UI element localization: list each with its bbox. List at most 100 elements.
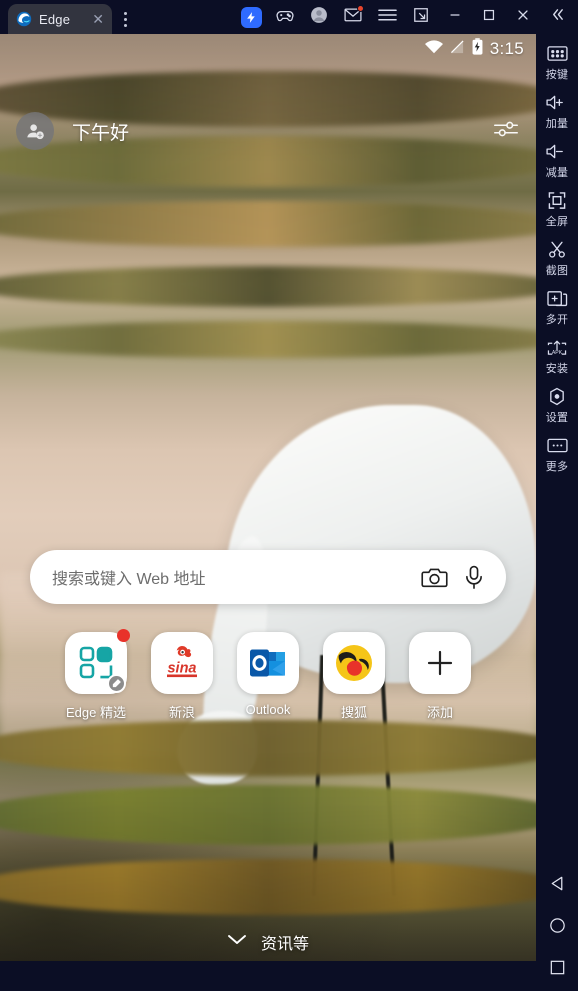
- close-icon: [515, 7, 531, 28]
- account-icon: [309, 5, 329, 30]
- resize-icon: [413, 7, 429, 28]
- sidebar-item-fullscreen[interactable]: 全屏: [536, 189, 578, 229]
- volume-down-icon: [545, 140, 569, 162]
- tab-title: Edge: [39, 11, 71, 27]
- sidebar-item-settings[interactable]: 设置: [536, 385, 578, 425]
- shortcut-label: 新浪: [168, 705, 195, 720]
- close-icon[interactable]: ✕: [92, 12, 104, 26]
- collapse-sidebar-button[interactable]: [540, 0, 574, 34]
- outlook-icon: [237, 632, 299, 694]
- sidebar-item-screenshot[interactable]: 截图: [536, 238, 578, 278]
- sidebar-item-volume-up[interactable]: 加量: [536, 91, 578, 131]
- sidebar-item-label: 安装: [545, 363, 569, 375]
- status-clock: 3:15: [489, 39, 524, 58]
- sina-icon: sina: [151, 632, 213, 694]
- microphone-icon[interactable]: [464, 565, 484, 590]
- window-titlebar: Edge ✕: [0, 0, 578, 34]
- more-icon: [546, 434, 568, 456]
- apk-install-icon: APK: [546, 336, 568, 358]
- boost-button[interactable]: [234, 0, 268, 34]
- wallpaper-egret-lilypads: [0, 34, 536, 961]
- chevron-down-icon: [227, 933, 247, 951]
- emulator-window: Edge ✕ 3:15 下午好 搜索或键入 Web 地址 Edge 精选 sin…: [0, 0, 578, 991]
- sidebar-item-more[interactable]: 更多: [536, 434, 578, 474]
- sidebar-item-label: 更多: [545, 461, 569, 473]
- scissors-icon: [547, 238, 567, 260]
- sohu-icon: [323, 632, 385, 694]
- maximize-button[interactable]: [472, 0, 506, 34]
- shortcut-label: 搜狐: [340, 705, 367, 720]
- resize-button[interactable]: [404, 0, 438, 34]
- android-home-icon: [548, 916, 567, 940]
- fullscreen-icon: [547, 189, 567, 211]
- profile-add-icon[interactable]: [16, 112, 54, 150]
- shortcut-badge-icon: [107, 674, 126, 693]
- android-back-button[interactable]: [536, 865, 578, 907]
- android-recents-icon: [548, 958, 567, 982]
- personalize-settings-icon[interactable]: [492, 118, 520, 145]
- feed-label: 资讯等: [260, 936, 309, 953]
- titlebar-actions: [234, 0, 578, 34]
- maximize-icon: [481, 7, 497, 28]
- shortcut-outlook[interactable]: Outlook: [237, 632, 299, 721]
- sidebar-item-label: 设置: [545, 412, 569, 424]
- shortcut-label: Outlook: [245, 702, 291, 717]
- shortcut-sohu[interactable]: 搜狐: [323, 632, 385, 721]
- minimize-icon: [447, 7, 463, 28]
- feed-expand-row[interactable]: 资讯等: [0, 930, 536, 954]
- sidebar-item-label: 按键: [545, 69, 569, 81]
- sidebar-item-label: 全屏: [545, 216, 569, 228]
- greeting-row: 下午好: [0, 106, 536, 156]
- greeting-text: 下午好: [72, 122, 130, 144]
- shortcut-label: Edge 精选: [66, 705, 126, 720]
- keyboard-icon: [546, 42, 568, 64]
- wifi-icon: [424, 39, 443, 59]
- gamepad-icon: [275, 5, 295, 30]
- mail-badge: [357, 5, 364, 12]
- sidebar-item-volume-down[interactable]: 减量: [536, 140, 578, 180]
- android-home-button[interactable]: [536, 907, 578, 949]
- sidebar-item-label: 多开: [545, 314, 569, 326]
- android-back-icon: [548, 874, 567, 898]
- emulator-sidebar: 按键 加量 减量 全屏 截图 多开 APK 安装 设置 更多: [536, 34, 578, 991]
- sidebar-item-label: 减量: [545, 167, 569, 179]
- shortcut-edge-collections[interactable]: Edge 精选: [65, 629, 130, 721]
- browser-tab-edge[interactable]: Edge ✕: [8, 4, 112, 34]
- mail-button[interactable]: [336, 0, 370, 34]
- android-nav-buttons: [536, 865, 578, 991]
- window-close-button[interactable]: [506, 0, 540, 34]
- menu-icon: [377, 8, 397, 27]
- settings-icon: [547, 385, 567, 407]
- sidebar-item-keyboard[interactable]: 按键: [536, 42, 578, 82]
- sidebar-item-multi-window[interactable]: 多开: [536, 287, 578, 327]
- boost-icon: [240, 6, 262, 28]
- shortcut-tiles: Edge 精选 sina 新浪 Outlook 搜狐 添加: [0, 629, 536, 721]
- tab-more-options-icon[interactable]: [114, 4, 136, 34]
- volume-up-icon: [545, 91, 569, 113]
- account-button[interactable]: [302, 0, 336, 34]
- android-recents-button[interactable]: [536, 949, 578, 991]
- search-bar[interactable]: 搜索或键入 Web 地址: [30, 550, 506, 604]
- battery-charging-icon: [472, 38, 483, 60]
- edge-logo-icon: [16, 11, 32, 27]
- svg-text:APK: APK: [552, 350, 563, 356]
- menu-button[interactable]: [370, 0, 404, 34]
- phone-screen: 3:15 下午好 搜索或键入 Web 地址 Edge 精选 sina 新浪 Ou…: [0, 34, 536, 961]
- shortcut-sina[interactable]: sina 新浪: [151, 632, 213, 721]
- collapse-icon: [549, 7, 566, 27]
- minimize-button[interactable]: [438, 0, 472, 34]
- gamepad-button[interactable]: [268, 0, 302, 34]
- camera-icon[interactable]: [421, 566, 448, 589]
- notification-dot: [117, 629, 130, 642]
- sidebar-item-label: 加量: [545, 118, 569, 130]
- signal-off-icon: [450, 40, 465, 59]
- edge-collections-icon: [65, 629, 130, 694]
- svg-text:sina: sina: [167, 661, 196, 677]
- search-input[interactable]: 搜索或键入 Web 地址: [52, 565, 405, 589]
- shortcut-label: 添加: [426, 705, 453, 720]
- sidebar-item-label: 截图: [545, 265, 569, 277]
- shortcut-add[interactable]: 添加: [409, 632, 471, 721]
- add-icon: [409, 632, 471, 694]
- sidebar-item-install-apk[interactable]: APK 安装: [536, 336, 578, 376]
- android-status-bar: 3:15: [0, 34, 536, 64]
